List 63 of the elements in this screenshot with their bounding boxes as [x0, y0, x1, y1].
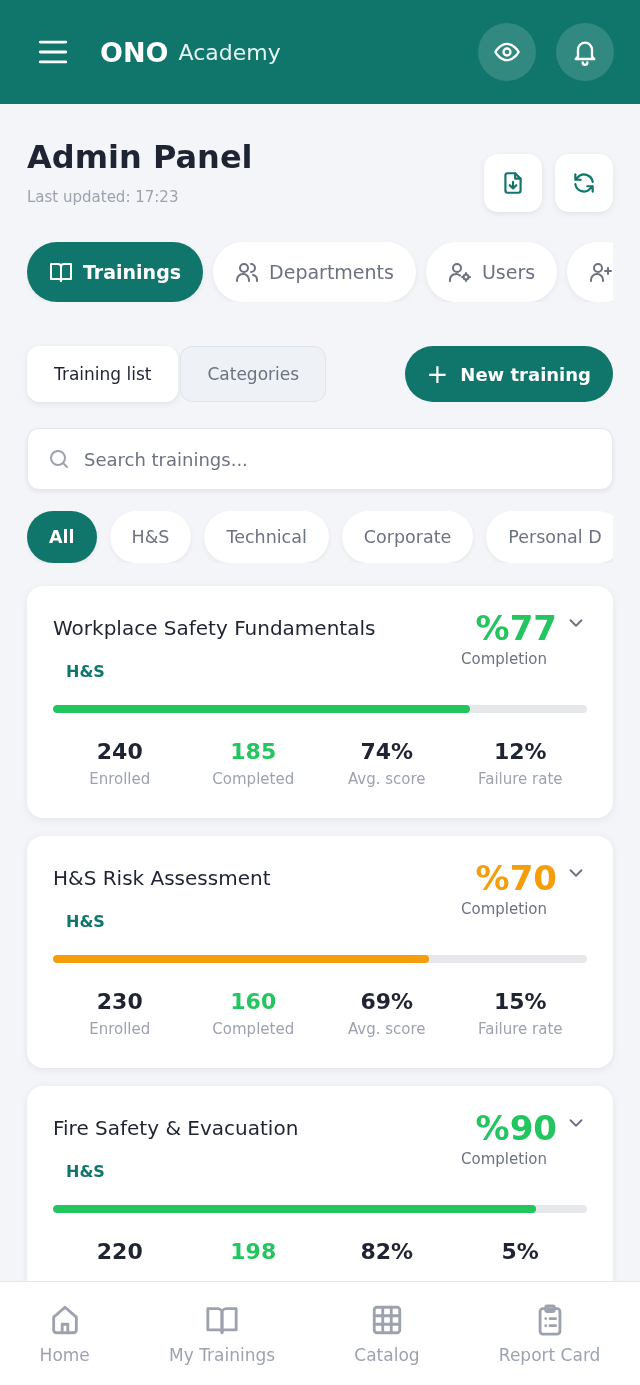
completion-percent: %70: [475, 858, 557, 898]
section-tab[interactable]: Departments: [213, 242, 416, 302]
add-user-icon: [589, 260, 613, 284]
category-label: H&S: [66, 912, 105, 931]
new-training-button[interactable]: + New training: [404, 346, 613, 402]
nav-item[interactable]: Catalog: [348, 1302, 426, 1365]
stat-value: 69%: [360, 989, 414, 1014]
brand-name: ONO: [100, 36, 169, 68]
last-updated-text: Last updated: 17:23: [27, 188, 180, 207]
stat-value: 12%: [493, 739, 547, 764]
training-title: Workplace Safety Fundamentals: [53, 616, 377, 640]
training-card[interactable]: Fire Safety & Evacuation H&S %90 Completion 220 198 82% 5%: [27, 1086, 613, 1281]
completion-percent: %90: [475, 1108, 557, 1148]
training-card[interactable]: H&S Risk Assessment H&S %70 Completion 230 Enrolled 160 Completed 69% Avg. score 15% Failure rate: [27, 836, 613, 1068]
filter-chip[interactable]: All: [27, 511, 97, 563]
nav-item[interactable]: Home: [33, 1302, 96, 1365]
brand-subtitle: Academy: [178, 39, 281, 65]
completion-label: Completion: [461, 900, 547, 918]
training-title: Fire Safety & Evacuation: [53, 1116, 300, 1140]
search-field[interactable]: Search trainings...: [27, 428, 613, 490]
stat-label: Completed: [212, 770, 295, 788]
stat-label: Avg. score: [347, 1020, 426, 1038]
stat-value: 74%: [360, 739, 414, 764]
filter-chip[interactable]: Corporate: [341, 511, 474, 563]
section-tab[interactable]: Trainings: [27, 242, 204, 302]
completion-percent: %77: [475, 608, 557, 648]
search-icon: [47, 447, 71, 471]
refresh-button[interactable]: [555, 154, 613, 212]
stat-label: Enrolled: [89, 1020, 151, 1038]
category-label: H&S: [66, 662, 105, 681]
section-tab[interactable]: Users: [425, 242, 558, 302]
training-card[interactable]: Workplace Safety Fundamentals H&S %77 Completion 240 Enrolled 185 Completed 74% Avg. score 12% Failure rate: [27, 586, 613, 818]
stat-value: 240: [96, 739, 143, 764]
stat-value: 15%: [493, 989, 547, 1014]
filter-chip[interactable]: H&S: [109, 511, 192, 563]
export-button[interactable]: [484, 154, 542, 212]
nav-item[interactable]: My Trainings: [163, 1302, 282, 1365]
category-label: H&S: [66, 1162, 105, 1181]
refresh-icon: [571, 170, 597, 196]
stat-value: 198: [230, 1239, 277, 1264]
stat-label: Failure rate: [477, 770, 563, 788]
stat-value: 230: [96, 989, 143, 1014]
view-tab[interactable]: Training list: [27, 346, 179, 402]
filter-chip[interactable]: Technical: [204, 511, 329, 563]
stat-value: 160: [230, 989, 277, 1014]
stat-value: 82%: [360, 1239, 414, 1264]
stat-label: Failure rate: [477, 1020, 563, 1038]
view-tab[interactable]: Categories: [180, 346, 327, 402]
stat-value: 5%: [501, 1239, 539, 1264]
page-title: Admin Panel: [27, 138, 254, 177]
user-gear-icon: [447, 260, 472, 284]
nav-item[interactable]: Report Card: [492, 1302, 607, 1365]
stat-label: Completed: [212, 1020, 295, 1038]
people-icon: [235, 260, 260, 284]
filter-chip[interactable]: Personal D: [486, 511, 613, 563]
completion-label: Completion: [461, 1150, 547, 1168]
stat-label: Avg. score: [347, 770, 426, 788]
completion-label: Completion: [461, 650, 547, 668]
stat-value: 185: [230, 739, 277, 764]
book-icon: [49, 260, 73, 284]
stat-value: 220: [96, 1239, 143, 1264]
stat-label: Enrolled: [89, 770, 151, 788]
training-title: H&S Risk Assessment: [53, 866, 272, 890]
